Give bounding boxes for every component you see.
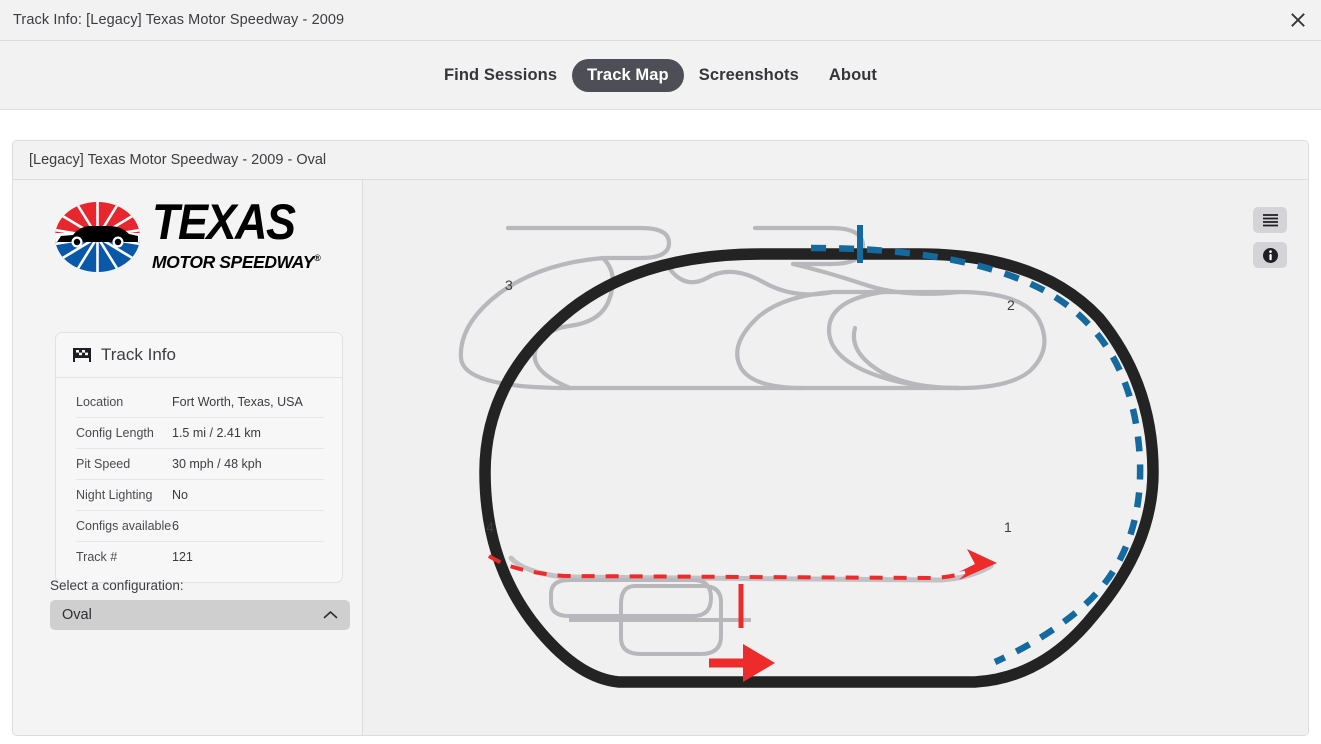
close-button[interactable] xyxy=(1275,0,1321,40)
race-car-silhouette-icon xyxy=(57,226,138,248)
speedway-oval-emblem-icon xyxy=(55,202,140,272)
row-value: 1.5 mi / 2.41 km xyxy=(172,426,261,440)
info-icon xyxy=(1262,247,1278,263)
config-select-label: Select a configuration: xyxy=(50,578,184,593)
row-value: 30 mph / 48 kph xyxy=(172,457,262,471)
chevron-up-icon xyxy=(323,611,338,619)
row-key: Location xyxy=(76,395,124,409)
pit-lane-path xyxy=(487,554,987,581)
card-header-title: [Legacy] Texas Motor Speedway - 2009 - O… xyxy=(13,141,1308,180)
window-title: Track Info: [Legacy] Texas Motor Speedwa… xyxy=(13,12,345,28)
track-map-area[interactable]: 1 2 3 4 xyxy=(363,180,1308,735)
logo-secondary-text: MOTOR SPEEDWAY® xyxy=(152,252,321,273)
row-key: Pit Speed xyxy=(76,457,131,471)
row-key: Night Lighting xyxy=(76,488,153,502)
turn-label-4: 4 xyxy=(486,519,494,535)
table-row: Pit Speed 30 mph / 48 kph xyxy=(76,448,324,480)
track-info-table-wrap: Location Fort Worth, Texas, USA Config L… xyxy=(56,378,342,582)
pit-exit-arrowhead-icon xyxy=(959,549,997,580)
card-body: TEXAS MOTOR SPEEDWAY® Track Info Locatio… xyxy=(13,180,1308,735)
table-row: Location Fort Worth, Texas, USA xyxy=(76,387,324,418)
track-logo: TEXAS MOTOR SPEEDWAY® xyxy=(13,180,362,272)
logo-primary-text: TEXAS xyxy=(152,193,296,251)
close-icon xyxy=(1291,13,1305,27)
track-info-title: Track Info xyxy=(101,345,176,364)
turn-label-3: 3 xyxy=(505,277,513,293)
tab-track-map[interactable]: Track Map xyxy=(572,58,684,92)
main-navigation: Find Sessions Track Map Screenshots Abou… xyxy=(0,41,1321,110)
config-select-value: Oval xyxy=(62,607,92,623)
row-key: Configs available xyxy=(76,519,172,533)
config-select[interactable]: Oval xyxy=(50,600,350,630)
track-info-header: Track Info xyxy=(56,333,342,378)
row-value: 6 xyxy=(172,519,179,533)
info-button[interactable] xyxy=(1253,242,1287,268)
pit-boxes xyxy=(549,578,751,656)
row-value: 121 xyxy=(172,550,193,564)
turn-label-2: 2 xyxy=(1007,297,1015,313)
table-row: Night Lighting No xyxy=(76,479,324,511)
logo-wordmark: TEXAS MOTOR SPEEDWAY® xyxy=(152,197,321,273)
row-value: Fort Worth, Texas, USA xyxy=(172,395,303,409)
track-sidebar: TEXAS MOTOR SPEEDWAY® Track Info Locatio… xyxy=(13,180,363,735)
row-value: No xyxy=(172,488,188,502)
layers-button[interactable] xyxy=(1253,207,1287,233)
window-titlebar: Track Info: [Legacy] Texas Motor Speedwa… xyxy=(0,0,1321,41)
map-controls xyxy=(1253,207,1287,268)
track-info-table: Location Fort Worth, Texas, USA Config L… xyxy=(76,387,324,572)
track-map-svg: 1 2 3 4 xyxy=(458,225,1159,688)
tab-about[interactable]: About xyxy=(814,59,892,92)
table-row: Configs available 6 xyxy=(76,510,324,542)
table-row: Config Length 1.5 mi / 2.41 km xyxy=(76,417,324,449)
row-key: Track # xyxy=(76,550,118,564)
turn-label-1: 1 xyxy=(1004,519,1012,535)
checkered-flag-icon xyxy=(73,348,91,362)
tab-find-sessions[interactable]: Find Sessions xyxy=(429,59,572,92)
tab-screenshots[interactable]: Screenshots xyxy=(684,59,814,92)
track-info-panel: Track Info Location Fort Worth, Texas, U… xyxy=(55,332,343,583)
row-key: Config Length xyxy=(76,426,154,440)
table-row: Track # 121 xyxy=(76,541,324,573)
track-card: [Legacy] Texas Motor Speedway - 2009 - O… xyxy=(12,140,1309,736)
hamburger-icon xyxy=(1262,214,1278,227)
